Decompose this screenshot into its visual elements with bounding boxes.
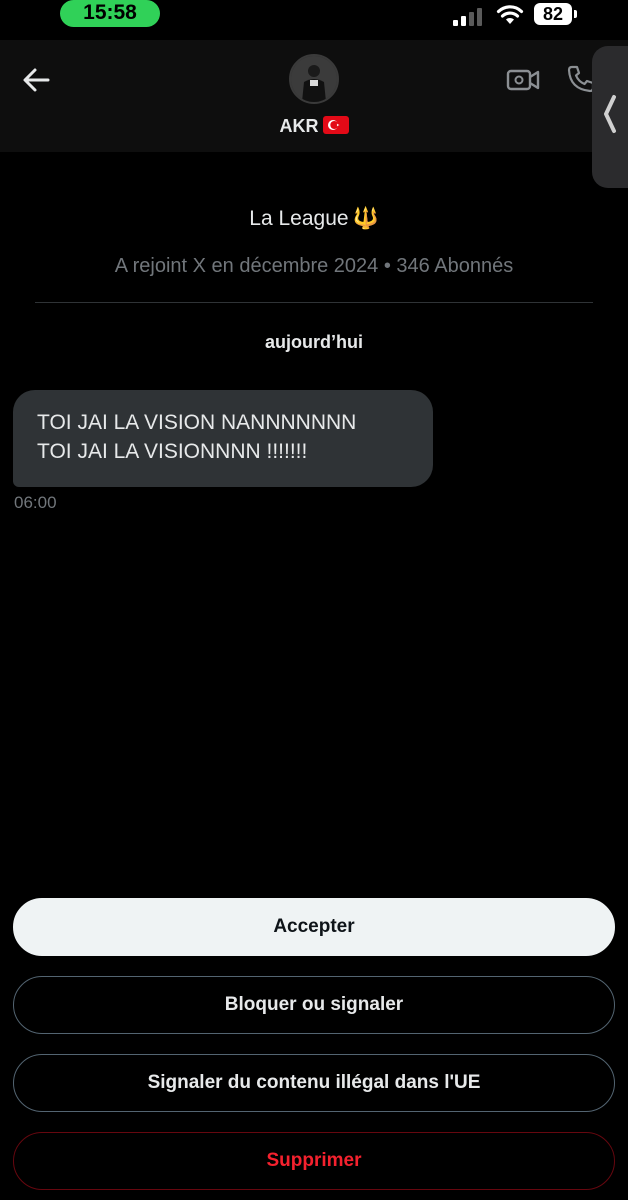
divider — [35, 302, 593, 303]
profile-title-text: La League — [249, 207, 349, 230]
status-bar: 15:58 82 — [0, 0, 628, 40]
message-bubble[interactable]: TOI JAI LA VISION NANNNNNNN TOI JAI LA V… — [13, 390, 433, 487]
conversation-header: AKR — [0, 40, 628, 152]
person-silhouette-icon — [291, 56, 337, 102]
date-separator: aujourd’hui — [265, 332, 363, 352]
report-illegal-content-button[interactable]: Signaler du contenu illégal dans l'UE — [13, 1054, 615, 1112]
arrow-left-icon[interactable] — [18, 62, 54, 98]
profile-meta: A rejoint X en décembre 2024 • 346 Abonn… — [114, 255, 514, 277]
accept-button[interactable]: Accepter — [13, 898, 615, 956]
wifi-icon — [496, 5, 524, 24]
profile-title[interactable]: La League 🔱 — [0, 207, 628, 231]
contact-name: AKR — [279, 116, 319, 136]
video-call-icon[interactable] — [506, 66, 540, 94]
turkey-flag-icon — [322, 116, 349, 134]
avatar[interactable] — [289, 54, 339, 104]
message-line: TOI JAI LA VISION NANNNNNNN — [37, 411, 357, 434]
side-panel-handle[interactable] — [592, 46, 628, 188]
contact-name-row[interactable]: AKR — [0, 116, 628, 137]
battery-level: 82 — [534, 3, 572, 25]
status-time: 15:58 — [60, 0, 160, 27]
message-timestamp: 06:00 — [14, 493, 57, 512]
block-or-report-button[interactable]: Bloquer ou signaler — [13, 976, 615, 1034]
message-line: TOI JAI LA VISIONNNN !!!!!!! — [37, 440, 308, 463]
battery-icon — [574, 10, 577, 18]
cellular-signal-icon — [453, 8, 482, 26]
trident-emoji: 🔱 — [352, 207, 379, 230]
chevron-left-icon — [604, 95, 616, 133]
delete-button[interactable]: Supprimer — [13, 1132, 615, 1190]
